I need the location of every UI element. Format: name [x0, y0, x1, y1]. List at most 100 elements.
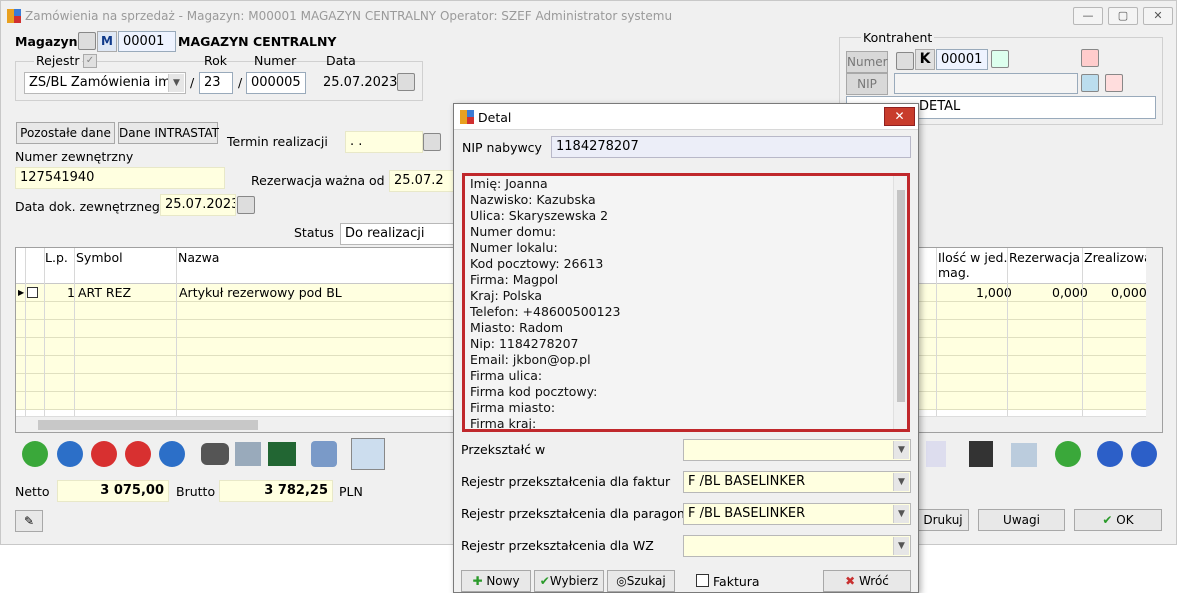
data-dok-field[interactable]: 25.07.2023	[160, 194, 236, 216]
netto-value: 3 075,00	[57, 480, 169, 502]
szukaj-button[interactable]: ◎Szukaj	[607, 570, 675, 592]
add-icon[interactable]	[22, 441, 48, 467]
memo-scroll-thumb[interactable]	[897, 190, 905, 402]
wroc-label: Wróć	[858, 574, 889, 588]
wroc-button[interactable]: ✖ Wróć	[823, 570, 911, 592]
signal-icon[interactable]	[1105, 74, 1123, 92]
rej-faktur-label: Rejestr przekształcenia dla faktur	[461, 474, 671, 489]
settings-icon[interactable]	[311, 441, 337, 467]
kontrahent-nip-field[interactable]	[894, 73, 1078, 94]
remove-icon[interactable]	[91, 441, 117, 467]
ok-button[interactable]: ✔ OK	[1074, 509, 1162, 531]
numer-zewnetrzny-field[interactable]: 127541940	[15, 167, 225, 189]
magazyn-code-field[interactable]: 00001	[118, 31, 176, 52]
next-icon[interactable]	[1131, 441, 1157, 467]
col-nazwa[interactable]: Nazwa	[178, 250, 219, 265]
rej-wz-select[interactable]: ▼	[683, 535, 911, 557]
faktura-label: Faktura	[713, 574, 760, 589]
rok-field[interactable]: 23	[199, 72, 233, 94]
dane-intrastat-button[interactable]: Dane INTRASTAT	[118, 122, 219, 144]
rejestr-select[interactable]: ZS/BL Zamówienia imp ▼	[24, 72, 186, 94]
col-zrealizowano[interactable]: Zrealizowa	[1084, 250, 1152, 265]
nip-nabywcy-field[interactable]: 1184278207	[551, 136, 911, 158]
col-rezerwacja[interactable]: Rezerwacja	[1009, 250, 1080, 265]
memo-line: Numer domu:	[470, 224, 557, 239]
memo-line: Nazwisko: Kazubska	[470, 192, 596, 207]
document-icon[interactable]	[926, 441, 946, 467]
binoculars-icon[interactable]	[201, 443, 229, 465]
remove-checked-icon[interactable]	[125, 441, 151, 467]
memo-line: Nip: 1184278207	[470, 336, 579, 351]
memo-line: Kraj: Polska	[470, 288, 543, 303]
pozostale-dane-button[interactable]: Pozostałe dane	[16, 122, 115, 144]
memo-line: Kod pocztowy: 26613	[470, 256, 604, 271]
calendar-icon[interactable]	[237, 196, 255, 214]
window-icon[interactable]	[351, 438, 385, 470]
row-pointer-icon: ▶	[18, 288, 25, 297]
rej-faktur-select[interactable]: F /BL BASELINKER ▼	[683, 471, 911, 493]
table-icon[interactable]	[235, 442, 261, 466]
calendar-icon[interactable]	[397, 73, 415, 91]
database-icon[interactable]	[78, 32, 96, 50]
rej-wz-label: Rejestr przekształcenia dla WZ	[461, 538, 654, 553]
memo-line: Firma ulica:	[470, 368, 543, 383]
memo-line: Numer lokalu:	[470, 240, 558, 255]
spy-icon[interactable]	[1081, 49, 1099, 67]
nip-button[interactable]: NIP	[846, 73, 888, 95]
wybierz-button[interactable]: ✔Wybierz	[534, 570, 604, 592]
dialog-close-button[interactable]: ✕	[884, 107, 915, 126]
termin-field[interactable]: . .	[345, 131, 423, 153]
calendar-icon[interactable]	[423, 133, 441, 151]
app-icon	[460, 110, 474, 124]
wazna-od-field[interactable]: 25.07.2	[389, 170, 455, 192]
handshake-icon[interactable]	[991, 50, 1009, 68]
przeksztalc-select[interactable]: ▼	[683, 439, 911, 461]
col-lp[interactable]: L.p.	[45, 250, 68, 265]
col-symbol[interactable]: Symbol	[76, 250, 123, 265]
save-icon[interactable]	[969, 441, 993, 467]
cell-symbol: ART REZ	[78, 285, 132, 300]
memo-line: Email: jkbon@op.pl	[470, 352, 591, 367]
szukaj-label: Szukaj	[626, 574, 666, 588]
cell-zrealizowano: 0,000	[1111, 285, 1147, 300]
refresh-icon[interactable]	[1055, 441, 1081, 467]
globe-icon[interactable]	[1081, 74, 1099, 92]
magazyn-label: Magazyn	[15, 34, 78, 49]
memo-scrollbar[interactable]	[893, 176, 907, 429]
rejestr-checkbox[interactable]: ✓	[83, 54, 97, 68]
data-field[interactable]: 25.07.2023	[318, 72, 398, 94]
customer-details-memo[interactable]: Imię: Joanna Nazwisko: Kazubska Ulica: Ska…	[462, 173, 910, 432]
numer-label: Numer	[254, 53, 297, 68]
faktura-checkbox[interactable]	[696, 574, 709, 587]
chevron-down-icon: ▼	[893, 505, 909, 523]
row-checkbox[interactable]	[27, 287, 38, 298]
grid-line	[1082, 248, 1083, 432]
kontrahent-numer-field[interactable]: 00001	[936, 49, 988, 70]
minimize-button[interactable]: —	[1073, 7, 1103, 25]
scrollbar-thumb[interactable]	[38, 420, 258, 430]
p-icon[interactable]	[159, 441, 185, 467]
col-ilosc[interactable]: Ilość w jed.	[938, 250, 1007, 265]
sum-icon[interactable]	[268, 442, 296, 466]
attachment-icon[interactable]: ✎	[15, 510, 43, 532]
rej-faktur-value: F /BL BASELINKER	[688, 474, 806, 489]
rok-label: Rok	[204, 53, 228, 68]
cancel-icon: ✖	[845, 574, 859, 588]
numer-button[interactable]: Numer	[846, 51, 888, 73]
numer-field[interactable]: 000005	[246, 72, 306, 94]
nowy-button[interactable]: ✚ Nowy	[461, 570, 531, 592]
rej-paragonu-select[interactable]: F /BL BASELINKER ▼	[683, 503, 911, 525]
grid-line	[25, 248, 26, 432]
uwagi-button[interactable]: Uwagi	[978, 509, 1065, 531]
database-icon[interactable]	[896, 52, 914, 70]
termin-label: Termin realizacji	[227, 134, 328, 149]
search-item-icon[interactable]	[57, 441, 83, 467]
close-button[interactable]: ✕	[1143, 7, 1173, 25]
vertical-scrollbar[interactable]	[1146, 248, 1162, 432]
rejestr-select-value: ZS/BL Zamówienia imp	[29, 75, 180, 90]
copy-icon[interactable]	[1011, 443, 1037, 467]
maximize-button[interactable]: ▢	[1108, 7, 1138, 25]
previous-icon[interactable]	[1097, 441, 1123, 467]
rok-slash: /	[190, 75, 195, 90]
status-select[interactable]: Do realizacji	[340, 223, 456, 245]
